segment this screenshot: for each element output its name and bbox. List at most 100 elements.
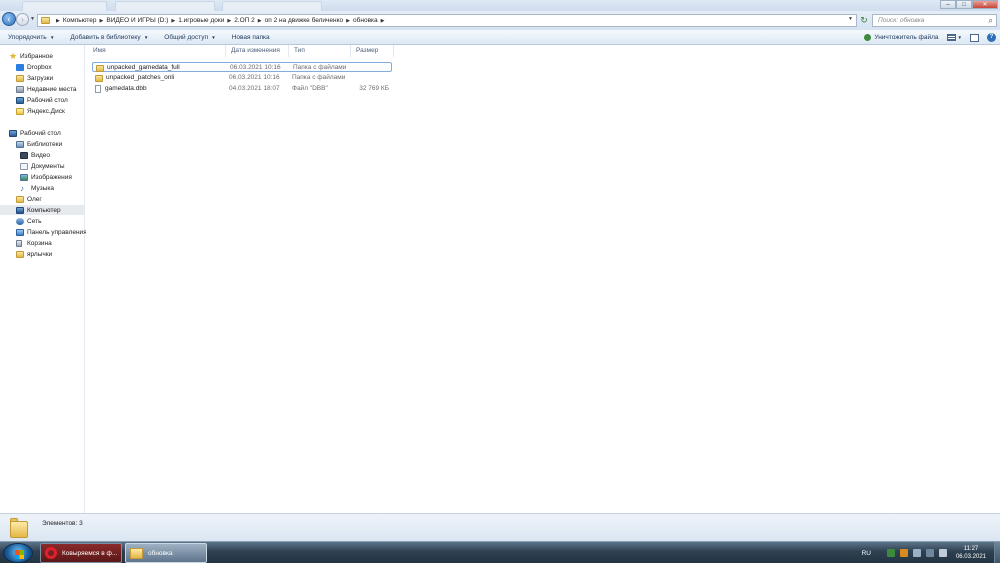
nav-label: Олег (27, 195, 42, 203)
nav-favorites[interactable]: ★ Избранное (9, 51, 53, 61)
taskbar-label: Ковыряемся в ф... (62, 549, 118, 557)
nav-control-panel[interactable]: Панель управления (16, 227, 87, 237)
background-tab (222, 1, 322, 11)
nav-label: Рабочий стол (27, 96, 68, 104)
nav-dropbox[interactable]: Dropbox (16, 62, 52, 72)
nav-label: Изображения (31, 173, 72, 181)
forward-button[interactable]: › (16, 13, 29, 26)
column-header-size[interactable]: Размер (351, 45, 394, 57)
refresh-icon[interactable]: ↻ (858, 14, 870, 26)
chevron-right-icon[interactable]: ▶ (100, 18, 104, 24)
file-row[interactable]: gamedata.dbb 04.03.2021 18:07 Файл "DBB"… (92, 84, 392, 94)
start-button[interactable] (3, 543, 33, 563)
nav-desktop-root[interactable]: Рабочий стол (9, 128, 61, 138)
taskbar-opera-button[interactable]: Ковыряемся в ф... (40, 543, 122, 563)
shredder-icon (864, 34, 872, 41)
flag-icon[interactable] (912, 549, 921, 557)
nav-shortcuts-folder[interactable]: ярлычки (16, 249, 52, 259)
nav-documents[interactable]: Документы (20, 161, 65, 171)
file-name-cell: unpacked_gamedata_full (96, 63, 180, 73)
navigation-pane: ★ Избранное Dropbox Загрузки Недавние мес… (0, 45, 87, 513)
tray-app-icon[interactable] (899, 549, 908, 557)
organize-label: Упорядочить (8, 33, 47, 41)
minimize-button[interactable]: – (940, 0, 956, 9)
nav-network[interactable]: Сеть (16, 216, 41, 226)
dropbox-icon (16, 63, 24, 71)
images-library-icon (20, 173, 28, 181)
dropdown-arrow-icon: ▼ (209, 34, 216, 40)
file-row[interactable]: unpacked_gamedata_full 06.03.2021 10:16 … (92, 62, 392, 72)
breadcrumb-item[interactable]: 2.ОП 2 (234, 17, 255, 24)
nav-images[interactable]: Изображения (20, 172, 72, 182)
breadcrumb-item[interactable]: ВИДЕО И ИГРЫ (D:) (106, 17, 168, 24)
change-view-button[interactable]: ▼ (943, 34, 966, 41)
nav-label: Яндекс.Диск (27, 107, 65, 115)
shredder-button[interactable]: Уничтожитель файла (860, 34, 942, 41)
computer-icon (16, 206, 24, 214)
chevron-right-icon[interactable]: ▶ (171, 18, 175, 24)
nav-user-folder[interactable]: Олег (16, 194, 42, 204)
nav-recycle-bin[interactable]: Корзина (16, 238, 52, 248)
nav-video[interactable]: Видео (20, 150, 50, 160)
command-bar: Упорядочить ▼ Добавить в библиотеку ▼ Об… (0, 30, 1000, 45)
history-dropdown-icon[interactable]: ▼ (30, 16, 35, 22)
music-note-icon: ♪ (20, 183, 24, 193)
breadcrumb-item[interactable]: Компьютер (63, 17, 97, 24)
dropdown-arrow-icon: ▼ (48, 34, 55, 40)
nav-label: Библиотеки (27, 140, 63, 148)
show-desktop-button[interactable] (994, 542, 1000, 563)
nav-computer[interactable]: Компьютер (0, 205, 84, 215)
address-bar[interactable]: ▶ Компьютер ▶ ВИДЕО И ИГРЫ (D:) ▶ 1.игро… (37, 14, 857, 27)
column-header-date[interactable]: Дата изменения (226, 45, 289, 57)
chevron-right-icon[interactable]: ▶ (56, 18, 60, 24)
maximize-button[interactable]: □ (956, 0, 972, 9)
column-header-name[interactable]: Имя (88, 45, 226, 57)
address-row: ‹ › ▼ ▶ Компьютер ▶ ВИДЕО И ИГРЫ (D:) ▶ … (0, 11, 1000, 30)
back-button[interactable]: ‹ (2, 12, 16, 26)
file-type: Файл "DBB" (292, 85, 328, 92)
clock[interactable]: 11:27 06.03.2021 (956, 545, 986, 561)
column-header-type[interactable]: Тип (289, 45, 351, 57)
chevron-right-icon[interactable]: ▶ (227, 18, 231, 24)
new-folder-button[interactable]: Новая папка (224, 34, 278, 41)
background-tab (22, 1, 107, 11)
address-dropdown-icon[interactable]: ▼ (848, 16, 853, 22)
help-button[interactable]: ? (983, 33, 1000, 42)
search-icon[interactable]: ⌕ (989, 15, 993, 26)
network-status-icon[interactable] (925, 549, 934, 557)
organize-button[interactable]: Упорядочить ▼ (0, 34, 62, 41)
view-icon (946, 34, 956, 41)
language-indicator[interactable]: RU (862, 550, 871, 557)
breadcrumb-item[interactable]: оп 2 на движке беличенко (265, 17, 344, 24)
nav-recent-places[interactable]: Недавние места (16, 84, 77, 94)
nav-yandex-disk[interactable]: Яндекс.Диск (16, 106, 65, 116)
preview-pane-button[interactable] (966, 33, 983, 42)
file-row[interactable]: unpacked_patches_onli 06.03.2021 10:16 П… (92, 73, 392, 83)
search-input[interactable]: Поиск: обновка ⌕ (872, 14, 997, 27)
tray-app-icon[interactable] (886, 549, 895, 557)
folder-icon (41, 17, 50, 24)
breadcrumb-item[interactable]: 1.игровые доки (178, 17, 224, 24)
chevron-right-icon[interactable]: ▶ (381, 18, 385, 24)
nav-music[interactable]: ♪ Музыка (20, 183, 54, 193)
window-controls: – □ ✕ (940, 0, 998, 10)
system-tray: RU 11:27 06.03.2021 (862, 542, 1000, 563)
nav-label: Панель управления (27, 228, 87, 236)
chevron-right-icon[interactable]: ▶ (346, 18, 350, 24)
file-name-cell: gamedata.dbb (95, 84, 147, 94)
yandex-disk-icon (16, 107, 24, 115)
nav-label: Видео (31, 151, 50, 159)
close-button[interactable]: ✕ (972, 0, 998, 9)
documents-library-icon (20, 162, 28, 170)
taskbar-explorer-button[interactable]: обновка (125, 543, 207, 563)
taskbar-label: обновка (148, 549, 173, 557)
breadcrumb-item[interactable]: обновка (353, 17, 378, 24)
nav-downloads[interactable]: Загрузки (16, 73, 53, 83)
share-button[interactable]: Общий доступ ▼ (156, 34, 223, 41)
window-titlebar: – □ ✕ (0, 0, 1000, 11)
volume-icon[interactable] (938, 549, 947, 557)
nav-libraries[interactable]: Библиотеки (16, 139, 62, 149)
chevron-right-icon[interactable]: ▶ (258, 18, 262, 24)
nav-desktop[interactable]: Рабочий стол (16, 95, 68, 105)
add-to-library-button[interactable]: Добавить в библиотеку ▼ (62, 34, 156, 41)
